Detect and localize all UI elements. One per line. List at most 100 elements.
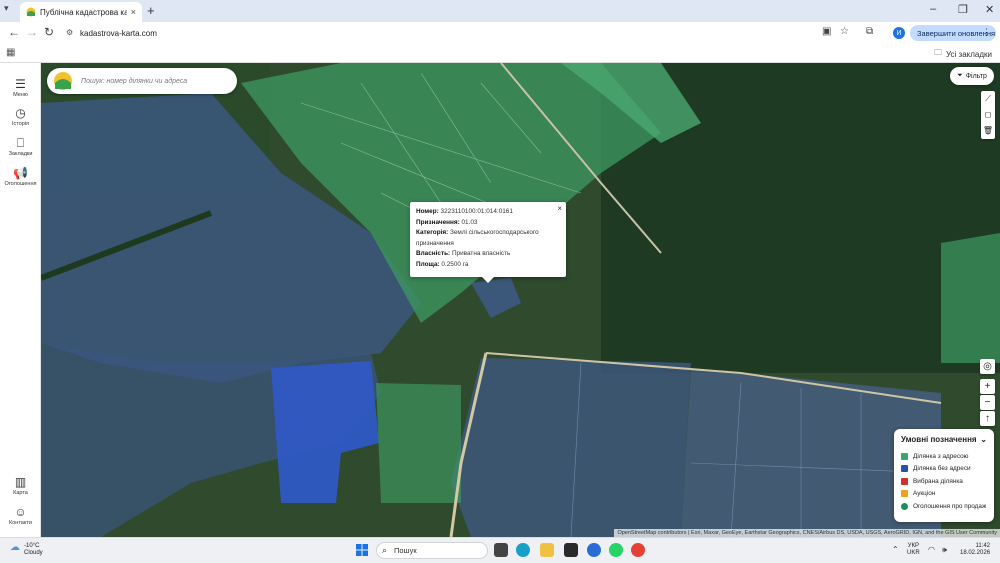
site-favicon-icon [26,7,36,17]
cloud-icon: ☁ [10,542,20,553]
parcel-addressed[interactable] [376,383,461,503]
zoom-out-button[interactable]: − [980,395,995,410]
all-bookmarks-button[interactable]: 🗀 Усі закладки [934,47,992,61]
chrome-icon[interactable] [631,543,645,557]
new-tab-button[interactable]: + [147,3,155,18]
install-app-icon[interactable]: ▣ [822,26,831,37]
bookmark-star-icon[interactable]: ☆ [840,26,849,37]
maximize-button[interactable]: ❐ [958,3,968,16]
taskbar-search[interactable]: ⌕ Пошук [376,542,488,559]
filter-label: Фільтр [965,72,987,80]
parcel-unaddressed[interactable] [451,358,691,537]
back-arrow-icon[interactable]: ← [8,25,20,39]
search-input[interactable]: Пошук: номер ділянки чи адреса [47,68,237,94]
apps-grid-icon[interactable]: ▦ [6,47,15,58]
sidebar-item-map[interactable]: ▥ Карта [0,475,41,496]
map-legend: Умовні позначення ⌄ Ділянка з адресою Діл… [894,429,994,522]
system-clock[interactable]: 11:42 18.02.2026 [960,543,990,557]
browser-titlebar: ▾ Публічна кадастрова карта Ук × + – ❐ ✕ [0,0,1000,22]
language-indicator[interactable]: УКР UKR [907,543,920,557]
search-icon: ⌕ [382,545,388,555]
clock-icon: ◷ [15,106,26,120]
tab-title: Публічна кадастрова карта Ук [40,7,127,17]
sidebar-item-label: Оголошення [4,181,37,187]
close-window-button[interactable]: ✕ [985,3,994,16]
sidebar-item-announcements[interactable]: 📢 Оголошення [0,166,41,187]
store-icon[interactable] [564,543,578,557]
minimize-button[interactable]: – [930,3,936,15]
popup-close-icon[interactable]: × [557,204,562,215]
parcel-addressed[interactable] [941,233,1000,363]
sidebar-item-bookmarks[interactable]: ⎕ Закладки [0,136,41,157]
legend-item: Ділянка з адресою [901,450,987,463]
legend-item: Оголошення про продаж [901,500,987,513]
parcel-info-popup: × Номер: 3223110100:01:014:0161 Призначе… [410,202,566,283]
sidebar-item-menu[interactable]: ☰ Меню [0,77,41,98]
all-bookmarks-label: Усі закладки [945,49,992,59]
sidebar-item-label: Історія [11,121,30,127]
taskbar-search-label: Пошук [394,546,417,555]
windows-start-icon[interactable] [356,544,368,556]
more-menu-icon[interactable]: ⋮ [982,27,991,38]
app-sidebar: ☰ Меню ◷ Історія ⎕ Закладки 📢 Оголошення… [0,63,41,537]
sidebar-item-contacts[interactable]: ☺ Контакти [0,505,41,526]
tab-close-icon[interactable]: × [131,7,136,17]
draw-line-icon[interactable]: ⟋ [981,91,995,107]
forward-arrow-icon[interactable]: → [26,25,38,39]
locate-button[interactable]: ◎ [980,359,995,374]
legend-item: Ділянка без адреси [901,463,987,476]
sidebar-item-label: Меню [13,92,28,98]
whatsapp-icon[interactable] [609,543,623,557]
filter-button[interactable]: ⏷ Фільтр [950,67,994,85]
map-attribution: OpenStreetMap contributors | Esri, Maxar… [614,529,1000,537]
edge-icon[interactable] [516,543,530,557]
search-placeholder: Пошук: номер ділянки чи адреса [81,77,188,85]
tab-search-icon[interactable]: ▾ [4,3,16,17]
weather-widget[interactable]: ☁ -10°C Cloudy [10,543,43,557]
menu-icon: ☰ [15,77,26,91]
map-icon: ▥ [14,475,27,489]
site-info-icon[interactable]: ⚙ [66,28,73,37]
profile-avatar[interactable]: И [893,27,905,39]
zoom-in-button[interactable]: + [980,379,995,394]
wifi-icon[interactable]: ◠ [928,545,935,554]
popup-number-row: Номер: 3223110100:01:014:0161 [416,208,513,215]
update-button[interactable]: Завершити оновлення ⋮ [910,25,996,41]
legend-title: Умовні позначення [901,435,977,444]
kadastr-logo-icon [54,72,72,90]
address-bar[interactable]: ⚙ kadastrova-karta.com [60,24,880,42]
parcel-purpose: 01.03 [461,218,478,226]
draw-polygon-icon[interactable]: ◻ [981,107,995,123]
bookmarks-bar: ▦ 🗀 Усі закладки [0,44,1000,63]
messenger-icon[interactable] [587,543,601,557]
reload-icon[interactable]: ↻ [44,25,54,39]
legend-item: Аукціон [901,488,987,501]
satellite-imagery [41,63,1000,537]
url-text: kadastrova-karta.com [80,28,157,38]
task-view-icon[interactable] [494,543,508,557]
tray-overflow-icon[interactable]: ⌃ [892,545,899,554]
browser-toolbar: ← → ↻ ⚙ kadastrova-karta.com ▣ ☆ ⧉ [0,22,1000,44]
trash-icon[interactable]: 🗑 [981,123,995,139]
map-canvas[interactable]: Пошук: номер ділянки чи адреса ⏷ Фільтр … [41,63,1000,537]
megaphone-icon: 📢 [13,166,28,180]
draw-tools: ⟋ ◻ 🗑 [981,91,995,139]
parcel-number: 3223110100:01:014:0161 [440,208,513,215]
volume-icon[interactable]: 🕪 [942,545,947,555]
reset-north-button[interactable]: ↑ [980,411,995,426]
popup-area-row: Площа: 0.2500 га [416,260,469,268]
sidebar-item-label: Контакти [9,520,32,526]
weather-label: Cloudy [24,550,43,556]
filter-icon: ⏷ [957,72,963,79]
chevron-down-icon[interactable]: ⌄ [980,435,987,444]
browser-tab[interactable]: Публічна кадастрова карта Ук × [20,2,142,22]
parcel-area: 0.2500 га [441,260,469,268]
extensions-icon[interactable]: ⧉ [866,26,873,37]
sidebar-item-label: Карта [13,490,28,496]
file-explorer-icon[interactable] [540,543,554,557]
bookmark-icon: ⎕ [16,136,25,150]
popup-category-row: Категорія: Землі сільськогосподарського … [416,229,539,247]
parcel-ownership: Приватна власність [451,250,511,257]
sidebar-item-history[interactable]: ◷ Історія [0,106,41,127]
sidebar-item-label: Закладки [8,151,33,157]
